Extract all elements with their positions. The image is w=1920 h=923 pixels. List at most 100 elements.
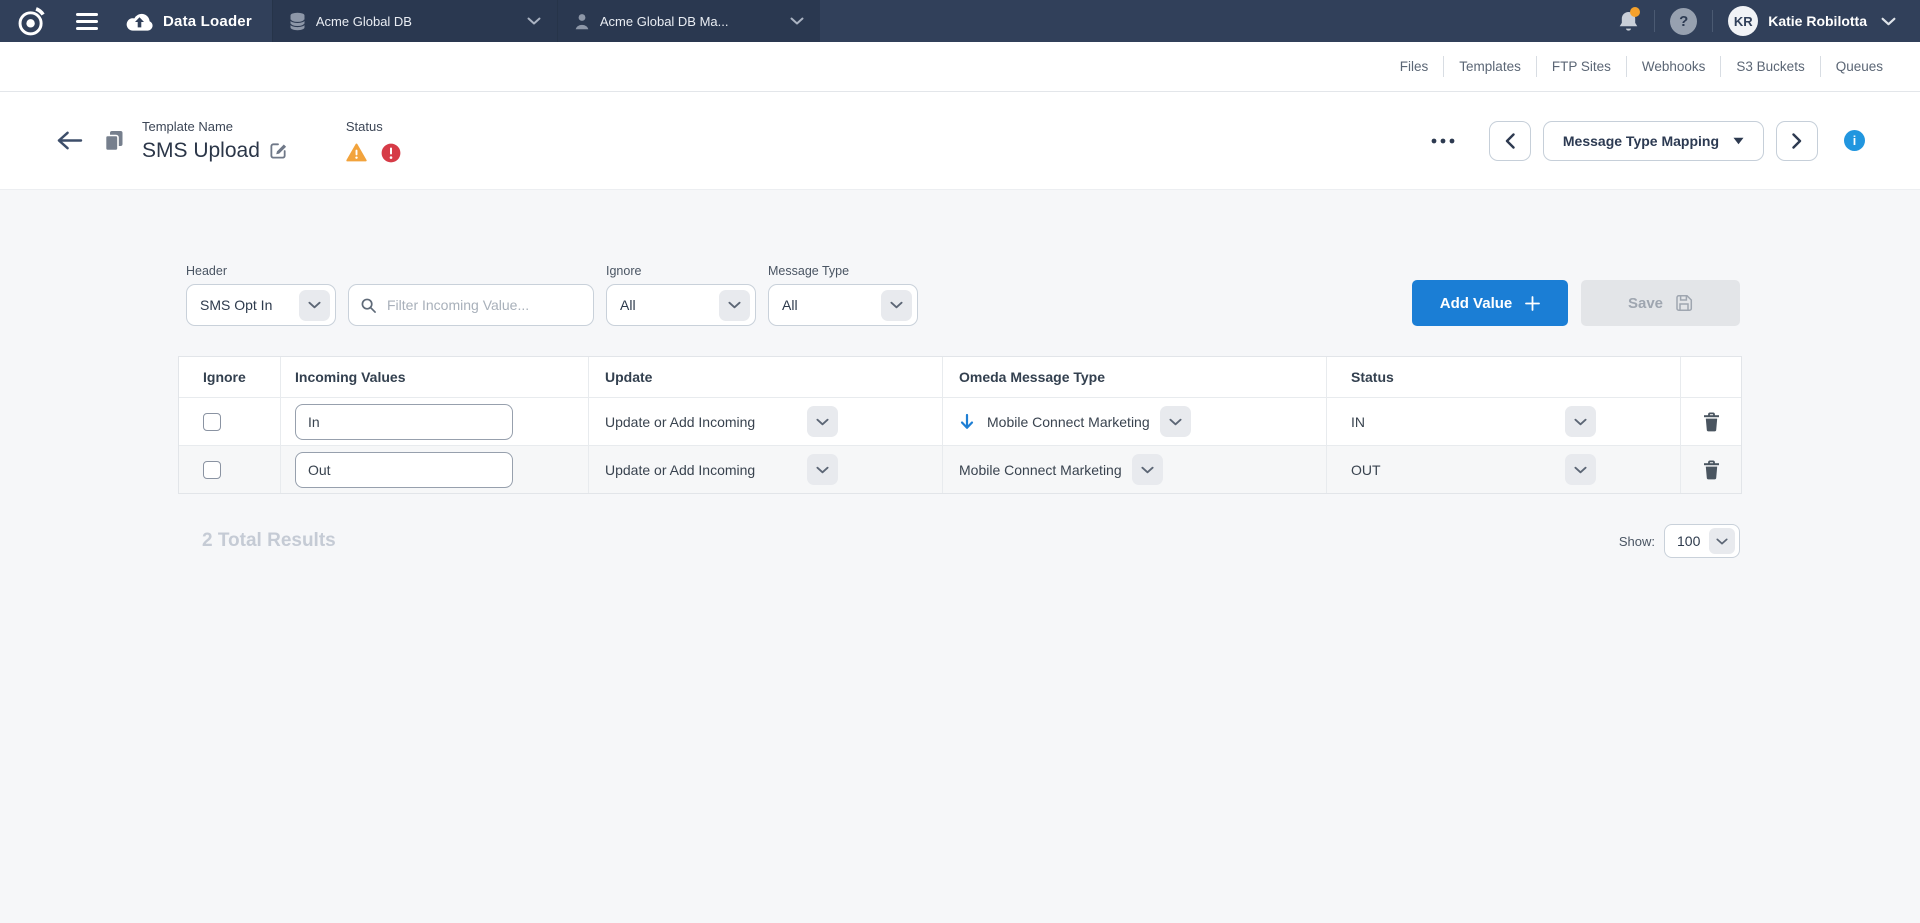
profile-selector-label: Acme Global DB Ma...: [600, 14, 780, 29]
search-input[interactable]: [385, 296, 581, 314]
topbar: Data Loader Acme Global DB Acme Global D…: [0, 0, 1920, 42]
column-header-omeda-message-type: Omeda Message Type: [943, 357, 1327, 397]
header-filter-value: SMS Opt In: [200, 297, 272, 313]
app-title: Data Loader: [163, 13, 252, 30]
menu-icon[interactable]: [72, 9, 102, 34]
nav-link-ftp-sites[interactable]: FTP Sites: [1536, 56, 1626, 77]
header-filter-label: Header: [186, 264, 336, 278]
nav-link-files[interactable]: Files: [1385, 56, 1444, 77]
help-icon[interactable]: ?: [1670, 8, 1697, 35]
status-block: Status: [346, 119, 401, 163]
ignore-checkbox[interactable]: [203, 413, 221, 431]
message-type-filter-label: Message Type: [768, 264, 918, 278]
page-size-select[interactable]: 100: [1664, 524, 1740, 558]
table-row: Update or Add Incoming Mobile Connect Ma…: [179, 445, 1741, 493]
chevron-down-icon[interactable]: [1160, 406, 1191, 437]
notifications-bell-icon[interactable]: [1618, 10, 1639, 33]
chevron-down-icon[interactable]: [807, 406, 838, 437]
secondary-nav: Files Templates FTP Sites Webhooks S3 Bu…: [0, 42, 1920, 92]
caret-down-icon: [1733, 137, 1744, 145]
omeda-message-type-value: Mobile Connect Marketing: [959, 462, 1132, 478]
database-icon: [289, 12, 306, 31]
column-header-incoming-values: Incoming Values: [281, 357, 589, 397]
user-name[interactable]: Katie Robilotta: [1768, 13, 1867, 29]
chevron-down-icon[interactable]: [881, 290, 912, 321]
person-icon: [574, 13, 590, 30]
add-value-label: Add Value: [1440, 295, 1513, 312]
chevron-down-icon[interactable]: [719, 290, 750, 321]
message-type-filter-select[interactable]: All: [768, 284, 918, 326]
chevron-down-icon: [790, 17, 804, 25]
chevron-down-icon[interactable]: [1565, 406, 1596, 437]
incoming-value-input[interactable]: [295, 404, 513, 440]
previous-step-button[interactable]: [1489, 121, 1531, 161]
ignore-filter-select[interactable]: All: [606, 284, 756, 326]
header-filter-select[interactable]: SMS Opt In: [186, 284, 336, 326]
incoming-value-search: [348, 284, 594, 326]
message-type-filter-value: All: [782, 297, 798, 313]
chevron-down-icon[interactable]: [1565, 454, 1596, 485]
database-selector[interactable]: Acme Global DB: [273, 0, 557, 42]
column-header-ignore: Ignore: [179, 357, 281, 397]
chevron-down-icon: [527, 17, 541, 25]
update-select-value: Update or Add Incoming: [605, 414, 807, 430]
copy-icon[interactable]: [104, 130, 124, 152]
mapping-table: Ignore Incoming Values Update Omeda Mess…: [178, 356, 1742, 494]
ignore-checkbox[interactable]: [203, 461, 221, 479]
app-home[interactable]: Data Loader: [126, 12, 272, 31]
ignore-filter-value: All: [620, 297, 636, 313]
chevron-down-icon[interactable]: [1709, 528, 1735, 554]
next-step-button[interactable]: [1776, 121, 1818, 161]
status-select-value: OUT: [1351, 462, 1565, 478]
cloud-upload-icon: [126, 12, 153, 31]
nav-link-templates[interactable]: Templates: [1443, 56, 1536, 77]
table-footer: 2 Total Results Show: 100: [202, 524, 1740, 558]
ignore-filter-label: Ignore: [606, 264, 756, 278]
save-label: Save: [1628, 295, 1663, 312]
more-options-icon[interactable]: [1427, 138, 1459, 144]
edit-pencil-icon[interactable]: [269, 141, 288, 160]
step-selector-dropdown[interactable]: Message Type Mapping: [1543, 121, 1764, 161]
delete-row-trash-icon[interactable]: [1699, 408, 1724, 436]
page-title: SMS Upload: [142, 139, 260, 163]
status-select-value: IN: [1351, 414, 1565, 430]
page-size-value: 100: [1677, 533, 1700, 549]
page-header: Template Name SMS Upload Status: [0, 92, 1920, 190]
notification-dot: [1630, 7, 1640, 17]
user-menu-chevron-icon[interactable]: [1881, 17, 1896, 26]
warning-icon: [346, 143, 367, 162]
omeda-message-type-value: Mobile Connect Marketing: [987, 414, 1160, 430]
back-arrow-icon[interactable]: [55, 129, 84, 152]
table-header-row: Ignore Incoming Values Update Omeda Mess…: [179, 357, 1741, 397]
floppy-disk-icon: [1675, 294, 1693, 312]
profile-selector[interactable]: Acme Global DB Ma...: [558, 0, 820, 42]
template-name-label: Template Name: [142, 119, 288, 134]
incoming-value-input[interactable]: [295, 452, 513, 488]
divider: [1654, 10, 1655, 32]
delete-row-trash-icon[interactable]: [1699, 456, 1724, 484]
table-row: Update or Add Incoming Mobile Connect Ma…: [179, 397, 1741, 445]
column-header-status: Status: [1327, 357, 1681, 397]
nav-link-queues[interactable]: Queues: [1820, 56, 1898, 77]
chevron-down-icon[interactable]: [807, 454, 838, 485]
add-value-button[interactable]: Add Value: [1412, 280, 1568, 326]
chevron-down-icon[interactable]: [299, 290, 330, 321]
filter-bar: Header SMS Opt In Ignore All: [186, 264, 1740, 326]
nav-link-webhooks[interactable]: Webhooks: [1626, 56, 1721, 77]
status-label: Status: [346, 119, 401, 134]
update-select-value: Update or Add Incoming: [605, 462, 807, 478]
chevron-down-icon[interactable]: [1132, 454, 1163, 485]
info-icon[interactable]: i: [1844, 130, 1865, 151]
save-button[interactable]: Save: [1581, 280, 1740, 326]
database-selector-label: Acme Global DB: [316, 14, 517, 29]
step-selector-label: Message Type Mapping: [1563, 133, 1719, 149]
omeda-logo-icon[interactable]: [10, 5, 52, 38]
search-icon: [361, 298, 376, 313]
error-icon: [381, 143, 401, 163]
divider: [1712, 10, 1713, 32]
template-name-block: Template Name SMS Upload: [142, 119, 288, 163]
nav-link-s3-buckets[interactable]: S3 Buckets: [1720, 56, 1819, 77]
total-results: 2 Total Results: [202, 530, 336, 552]
avatar[interactable]: KR: [1728, 6, 1758, 36]
modified-down-arrow-icon: [959, 413, 975, 431]
